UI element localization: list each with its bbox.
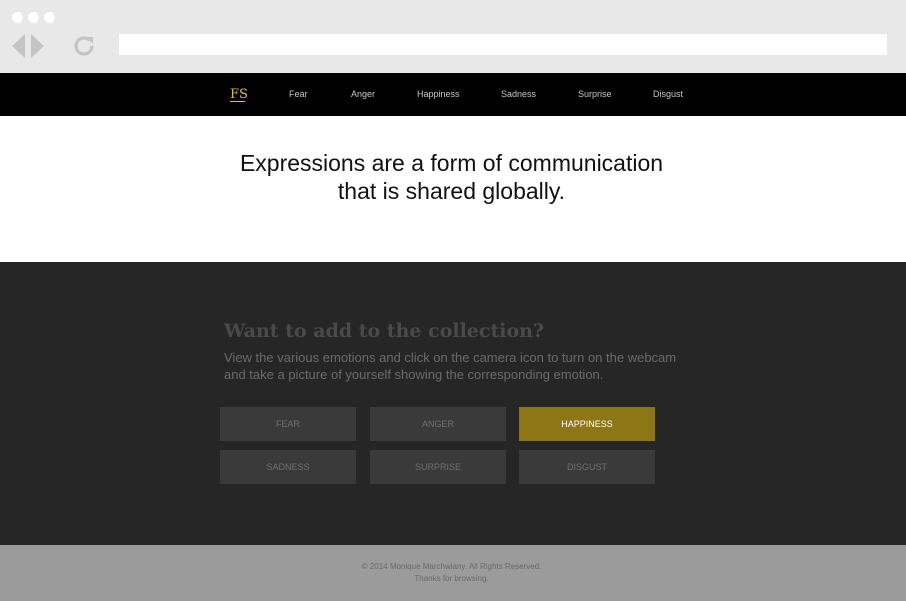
hero-title: Expressions are a form of communication … — [0, 149, 903, 205]
collection-heading: Want to add to the collection? — [224, 320, 545, 342]
address-bar[interactable] — [119, 34, 887, 55]
collection-section: Want to add to the collection? View the … — [0, 262, 906, 545]
site-footer: © 2014 Monique Marchwiany. All Rights Re… — [0, 545, 906, 601]
emotion-button-fear[interactable]: FEAR — [220, 407, 356, 441]
nav-link-disgust[interactable]: Disgust — [653, 89, 683, 99]
collection-description: View the various emotions and click on t… — [224, 350, 677, 382]
site-logo[interactable]: FS — [230, 87, 248, 102]
hero-line-1: Expressions are a form of communication — [239, 150, 664, 176]
window-controls — [12, 12, 55, 23]
emotion-button-disgust[interactable]: DISGUST — [519, 450, 655, 484]
emotion-button-happiness[interactable]: HAPPINESS — [519, 407, 655, 441]
nav-link-anger[interactable]: Anger — [351, 89, 375, 99]
hero-line-2: that is shared globally. — [337, 178, 566, 204]
site-nav: FS Fear Anger Happiness Sadness Surprise… — [0, 73, 906, 116]
nav-link-surprise[interactable]: Surprise — [578, 89, 612, 99]
back-arrow-icon[interactable] — [12, 34, 25, 58]
nav-link-fear[interactable]: Fear — [289, 89, 308, 99]
browser-chrome — [0, 0, 906, 73]
history-controls — [12, 34, 44, 58]
emotion-button-anger[interactable]: ANGER — [370, 407, 506, 441]
emotion-button-sadness[interactable]: SADNESS — [220, 450, 356, 484]
nav-link-sadness[interactable]: Sadness — [501, 89, 536, 99]
logo-underline — [230, 101, 245, 102]
close-window-dot[interactable] — [12, 12, 23, 23]
forward-arrow-icon[interactable] — [31, 34, 44, 58]
maximize-window-dot[interactable] — [44, 12, 55, 23]
emotion-button-surprise[interactable]: SURPRISE — [370, 450, 506, 484]
footer-copyright: © 2014 Monique Marchwiany. All Rights Re… — [361, 562, 542, 571]
minimize-window-dot[interactable] — [28, 12, 39, 23]
hero-section: Expressions are a form of communication … — [0, 116, 906, 262]
reload-icon[interactable] — [72, 34, 96, 58]
footer-thanks: Thanks for browsing. — [414, 574, 489, 583]
nav-link-happiness[interactable]: Happiness — [417, 89, 460, 99]
